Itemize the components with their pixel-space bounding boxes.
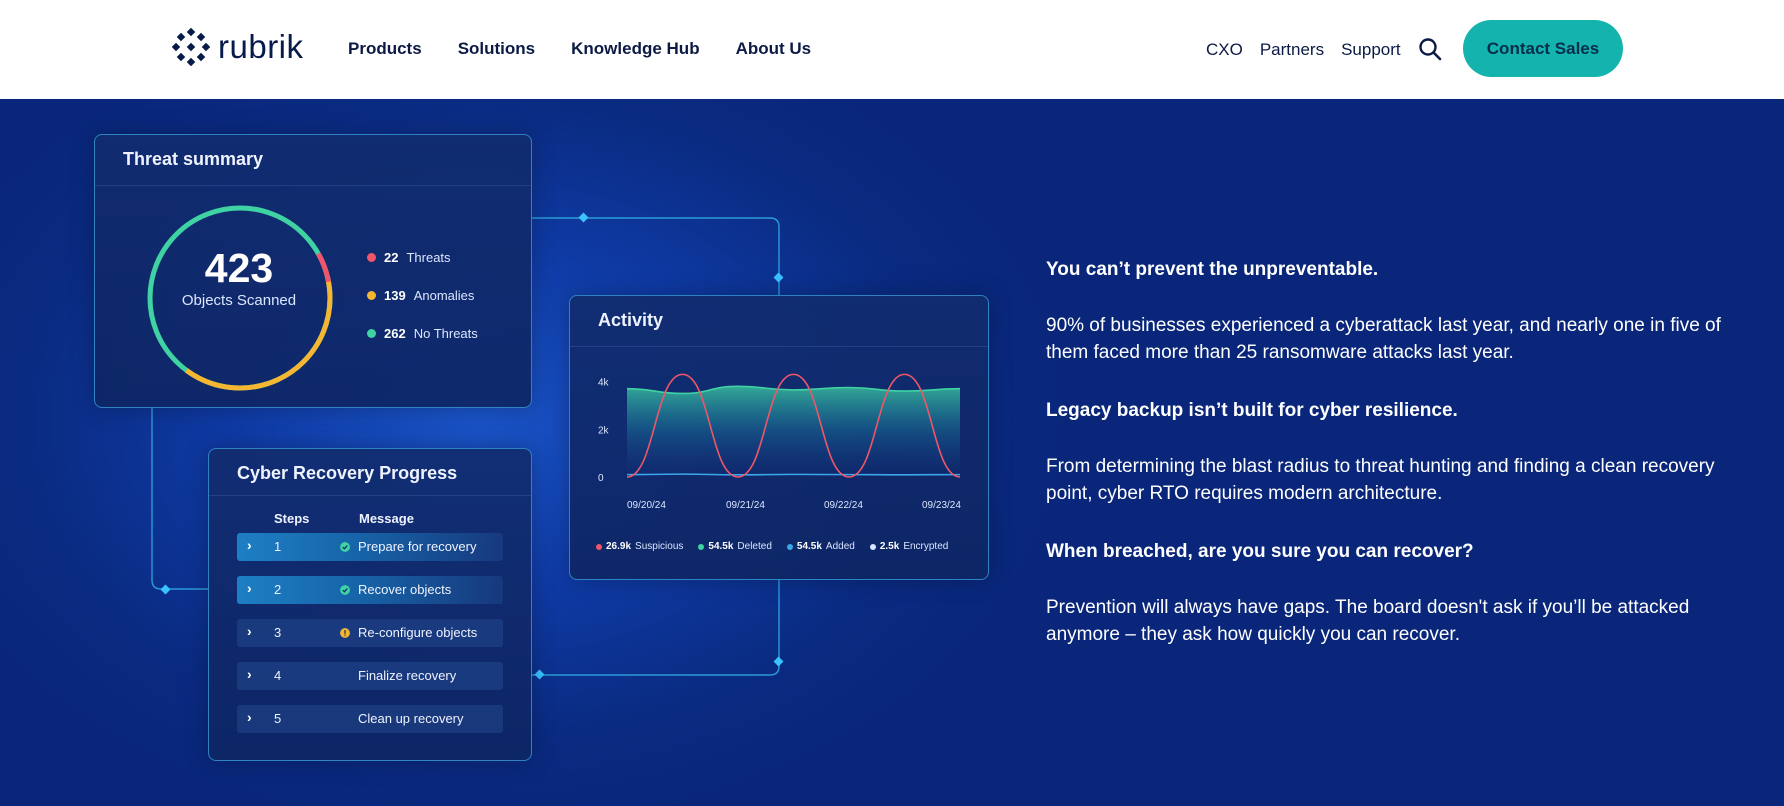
headline-when-breached: When breached, are you sure you can reco… [1046,541,1474,562]
step-message: Recover objects [358,582,452,597]
divider [209,495,531,496]
headline-legacy-backup: Legacy backup isn’t built for cyber resi… [1046,400,1458,421]
cyber-recovery-card: Cyber Recovery Progress Steps Message › … [208,448,532,761]
secondary-nav: CXO Partners Support [1206,40,1401,60]
step-message: Re-configure objects [358,625,478,640]
added-series-line [626,473,961,476]
nav-support[interactable]: Support [1341,40,1401,60]
chevron-right-icon[interactable]: › [247,537,252,553]
x-tick-label: 09/22/24 [824,500,863,511]
step-message: Prepare for recovery [358,539,477,554]
main-nav: Products Solutions Knowledge Hub About U… [348,39,811,59]
red-dot-icon [367,253,376,262]
legend-no-threats: 262 No Threats [367,326,478,341]
contact-sales-button[interactable]: Contact Sales [1463,20,1623,77]
red-dot-icon [596,543,602,550]
threat-summary-title: Threat summary [123,149,264,169]
legend-added: 54.5k Added [786,541,855,552]
activity-legend: 26.9k Suspicious 54.5k Deleted 54.5k Added … [596,541,948,552]
y-tick-label: 4k [598,378,610,389]
no-threats-label: No Threats [413,326,478,341]
threat-summary-card: Threat summary 423 Objects Scanned 22 Th… [94,134,532,408]
brand-name: rubrik [218,28,304,65]
recovery-step-row[interactable]: › 1 Prepare for recovery [237,533,503,561]
step-message: Finalize recovery [358,668,457,683]
site-header: rubrik Products Solutions Knowledge Hub … [0,0,1784,99]
anomalies-count: 139 [384,288,406,303]
step-number: 5 [274,711,282,726]
paragraph-cyberattack-stats: 90% of businesses experienced a cyberatt… [1046,315,1721,363]
added-count: 54.5k [796,541,822,552]
cyber-recovery-title: Cyber Recovery Progress [237,463,458,483]
objects-scanned-count: 423 [204,245,274,291]
threats-label: Threats [406,250,451,265]
deleted-area [627,386,960,477]
step-number: 4 [274,668,282,683]
suspicious-count: 26.9k [606,541,632,552]
suspicious-label: Suspicious [635,541,684,552]
anomalies-label: Anomalies [413,288,475,303]
divider [95,185,531,186]
yellow-dot-icon [367,291,376,300]
added-label: Added [825,541,855,552]
steps-column-header: Steps [274,511,310,526]
deleted-count: 54.5k [708,541,734,552]
search-icon[interactable] [1418,37,1442,61]
recovery-step-row[interactable]: › 2 Recover objects [237,576,503,604]
x-tick-label: 09/20/24 [627,500,666,511]
nav-about-us[interactable]: About Us [736,39,812,59]
chevron-right-icon[interactable]: › [247,709,252,725]
green-dot-icon [698,543,705,550]
nav-knowledge-hub[interactable]: Knowledge Hub [571,39,699,59]
encrypted-label: Encrypted [903,541,949,552]
blue-dot-icon [786,543,793,550]
y-tick-label: 0 [598,473,604,484]
rubrik-logo[interactable]: rubrik [172,28,304,66]
step-number: 3 [274,625,282,640]
message-column-header: Message [359,511,414,526]
check-circle-icon [340,542,350,552]
legend-encrypted: 2.5k Encrypted [869,541,949,552]
paragraph-cyber-rto: From determining the blast radius to thr… [1046,456,1715,504]
legend-suspicious: 26.9k Suspicious [596,541,683,552]
check-circle-icon [340,585,350,595]
chevron-right-icon[interactable]: › [247,666,252,682]
recovery-step-row[interactable]: › 5 Clean up recovery [237,705,503,733]
activity-card: Activity 0 2k 4k 09/20/24 09/21/24 09/22/24 09… [569,295,989,580]
legend-deleted: 54.5k Deleted [698,541,772,552]
activity-line-chart: 0 2k 4k 09/20/24 09/21/24 09/22/24 09/23/24 [598,373,961,511]
nav-products[interactable]: Products [348,39,422,59]
x-tick-label: 09/23/24 [922,500,961,511]
warning-circle-icon [340,628,350,638]
hero-section: Threat summary 423 Objects Scanned 22 Th… [0,99,1784,806]
deleted-label: Deleted [737,541,772,552]
white-dot-icon [869,543,876,550]
legend-anomalies: 139 Anomalies [367,288,474,303]
legend-threats: 22 Threats [367,250,451,265]
x-tick-label: 09/21/24 [726,500,765,511]
nav-solutions[interactable]: Solutions [458,39,535,59]
green-dot-icon [367,329,376,338]
step-number: 2 [274,582,282,597]
chevron-right-icon[interactable]: › [247,580,252,596]
recovery-step-row[interactable]: › 4 Finalize recovery [237,662,503,690]
chevron-right-icon[interactable]: › [247,623,252,639]
y-tick-label: 2k [598,425,610,436]
step-number: 1 [274,539,282,554]
no-threats-count: 262 [384,326,406,341]
recovery-step-row[interactable]: › 3 Re-configure objects [237,619,503,647]
step-message: Clean up recovery [358,711,464,726]
nav-partners[interactable]: Partners [1260,40,1324,60]
threats-count: 22 [384,250,399,265]
nav-cxo[interactable]: CXO [1206,40,1243,60]
paragraph-prevention-gaps: Prevention will always have gaps. The bo… [1046,597,1690,645]
encrypted-count: 2.5k [879,541,900,552]
objects-scanned-label: Objects Scanned [181,292,297,309]
rubrik-logo-icon [172,28,210,66]
headline-unpreventable: You can’t prevent the unpreventable. [1046,259,1379,280]
